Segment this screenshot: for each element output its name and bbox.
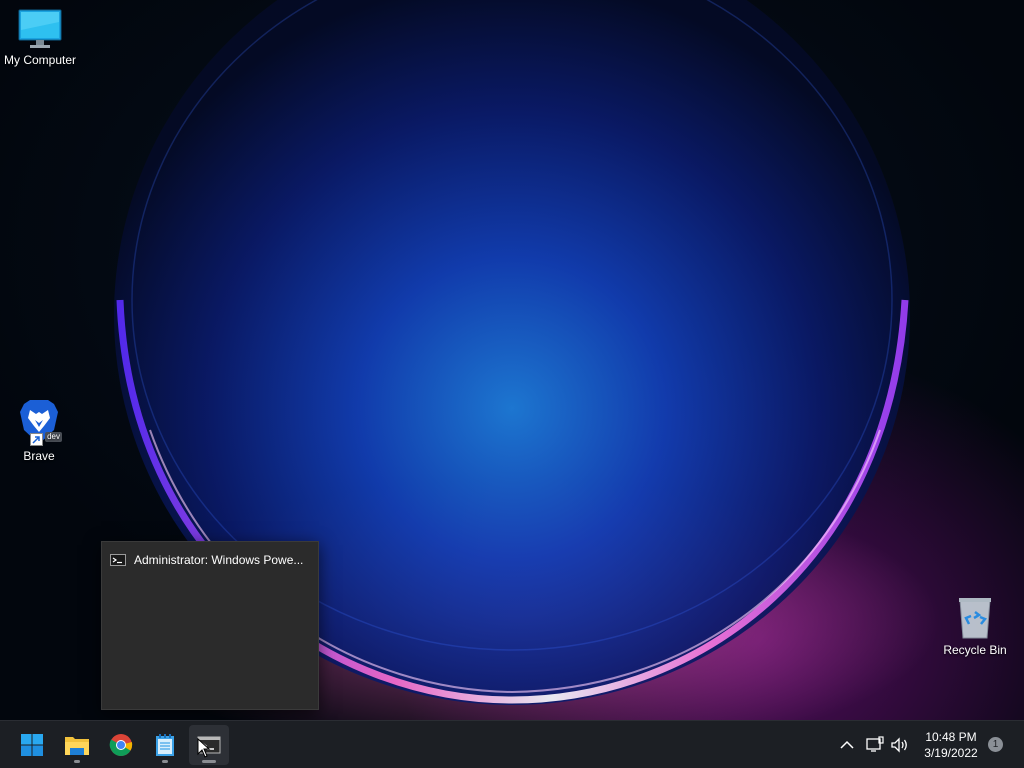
chrome-icon [109,734,133,756]
clock-time: 10:48 PM [925,730,977,744]
notepad-icon [156,734,174,756]
running-indicator [202,760,216,763]
shortcut-arrow-icon [30,433,43,446]
desktop-icon-label: Brave [23,449,55,463]
terminal-icon [110,554,126,566]
taskbar-notepad[interactable] [145,725,185,765]
thumbnail-title-text: Administrator: Windows Powe... [134,553,304,567]
taskbar-clock[interactable]: 10:48 PM 3/19/2022 [918,729,984,761]
taskbar: 10:48 PM 3/19/2022 [0,720,1024,768]
brave-icon-wrap: dev [14,398,64,446]
desktop-icon-recycle-bin[interactable]: Recycle Bin [935,596,1015,657]
tray-overflow-button[interactable] [838,721,856,768]
taskbar-thumbnail-popup[interactable]: Administrator: Windows Powe... [101,541,319,710]
windows-logo-icon [21,734,43,756]
desktop-icon-label: Recycle Bin [943,643,1007,657]
recycle-bin-icon [959,598,991,639]
monitor-icon [18,9,62,48]
notification-badge[interactable]: 1 [988,737,1003,752]
desktop-icon-label: My Computer [3,53,77,67]
taskbar-file-explorer[interactable] [57,725,97,765]
running-indicator [162,760,168,763]
network-icon [866,736,884,752]
desktop-icon-brave[interactable]: dev Brave [0,398,79,463]
start-button[interactable] [12,725,52,765]
taskbar-chrome[interactable] [101,725,141,765]
tray-volume[interactable] [890,721,910,768]
tray-network[interactable] [865,721,885,768]
speaker-icon [891,737,907,753]
dev-badge: dev [45,432,62,442]
folder-icon [65,737,89,755]
thumbnail-title[interactable]: Administrator: Windows Powe... [110,553,303,567]
desktop-icon-my-computer[interactable]: My Computer [0,8,80,67]
clock-date: 3/19/2022 [924,746,978,760]
running-indicator [74,760,80,763]
chevron-up-icon [840,740,854,749]
mouse-cursor-icon [197,738,211,758]
